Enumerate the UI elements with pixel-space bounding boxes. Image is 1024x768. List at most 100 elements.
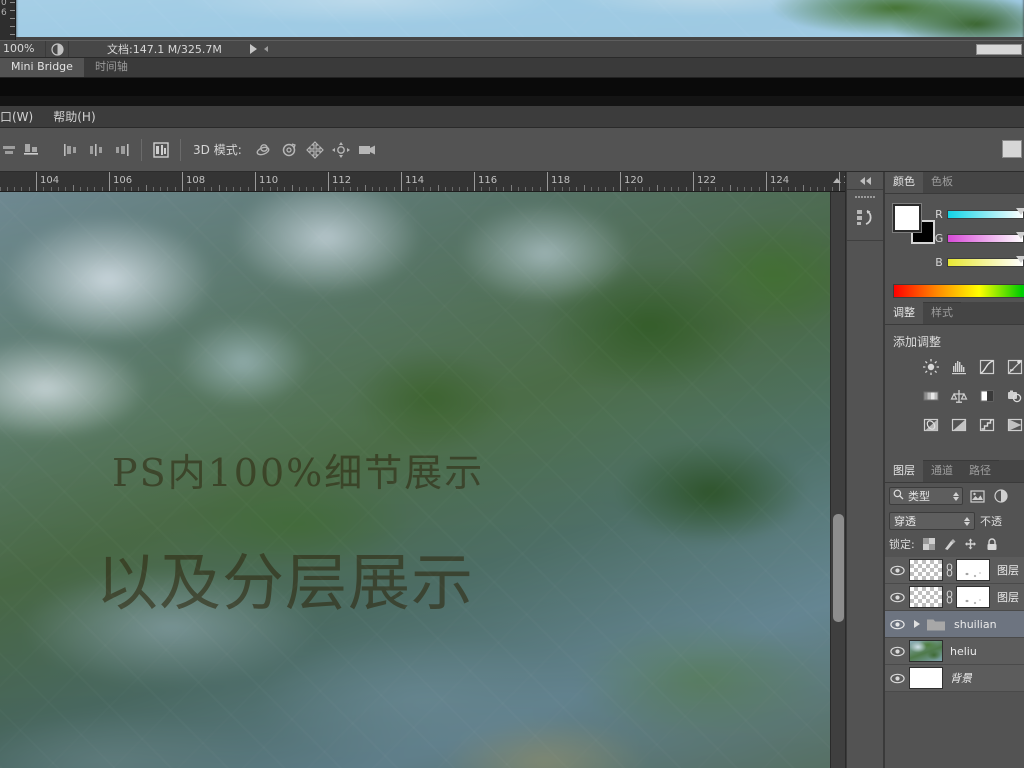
invert-icon[interactable] <box>917 412 945 438</box>
image-canvas[interactable]: PS内100%细节展示 以及分层展示 PS内100%细节展示 以及分层展示 <box>0 192 830 768</box>
3d-slide-icon[interactable] <box>328 137 354 163</box>
auto-align-layers-icon[interactable] <box>148 137 174 163</box>
ruler-minor-tick <box>751 187 753 191</box>
gradient-map-icon[interactable] <box>1001 412 1024 438</box>
tab-color[interactable]: 颜色 <box>885 172 923 193</box>
ruler-minor-tick <box>218 185 220 191</box>
3d-camera-icon[interactable] <box>354 137 380 163</box>
lock-all-icon[interactable] <box>985 537 999 551</box>
panel-grip-icon[interactable] <box>847 190 883 200</box>
blue-slider[interactable] <box>947 255 1024 267</box>
stepper-icon[interactable] <box>953 491 959 501</box>
threshold-icon[interactable] <box>973 412 1001 438</box>
table-row[interactable]: 背景 <box>885 665 1024 692</box>
tab-styles[interactable]: 样式 <box>923 302 961 324</box>
green-slider[interactable] <box>947 231 1024 243</box>
adjustment-layer-filter-icon[interactable] <box>991 487 1011 505</box>
zoom-level-field[interactable]: 100% <box>1 42 45 56</box>
play-arrow-icon[interactable] <box>249 44 257 54</box>
lock-position-icon[interactable] <box>964 537 978 551</box>
photo-filter-icon[interactable] <box>1001 383 1024 409</box>
align-bottom-edges-icon[interactable] <box>18 137 44 163</box>
blend-mode-stepper-icon[interactable] <box>964 516 970 526</box>
3d-orbit-icon[interactable] <box>250 137 276 163</box>
ruler-minor-tick <box>247 187 249 191</box>
foreground-color-swatch[interactable] <box>892 203 922 233</box>
layer-mask-thumbnail[interactable] <box>956 559 990 581</box>
blue-slider-knob[interactable] <box>1016 255 1024 263</box>
eye-visibility-icon[interactable] <box>885 646 909 657</box>
red-slider[interactable] <box>947 207 1024 219</box>
curves-icon[interactable] <box>973 354 1001 380</box>
tab-adjustments[interactable]: 调整 <box>885 302 923 324</box>
layer-thumbnail[interactable] <box>909 667 943 689</box>
color-spectrum-ramp[interactable] <box>893 284 1024 298</box>
eye-visibility-icon[interactable] <box>885 673 909 684</box>
left-arrow-icon[interactable] <box>263 46 268 52</box>
3d-pan-icon[interactable] <box>302 137 328 163</box>
link-icon[interactable] <box>943 563 956 577</box>
red-slider-knob[interactable] <box>1016 207 1024 215</box>
layer-mask-thumbnail[interactable] <box>956 586 990 608</box>
layer-kind-select[interactable]: 类型 <box>889 487 963 505</box>
menu-window[interactable]: 口(W) <box>0 106 43 128</box>
tab-swatches[interactable]: 色板 <box>923 172 961 193</box>
3d-roll-icon[interactable] <box>276 137 302 163</box>
blend-mode-select[interactable]: 穿透 <box>889 512 975 530</box>
eye-visibility-icon[interactable] <box>885 592 909 603</box>
ruler-scroll-up-arrow[interactable] <box>833 178 841 183</box>
slider-row-g: G <box>931 226 1024 250</box>
layer-thumbnail[interactable] <box>909 586 943 608</box>
ruler-minor-tick <box>320 187 322 191</box>
collapse-panels-button[interactable] <box>847 172 883 190</box>
pixel-layer-filter-icon[interactable] <box>967 487 987 505</box>
horizontal-ruler[interactable]: 1041061081101121141161181201221241261281… <box>0 172 845 192</box>
distribute-right-edges-icon[interactable] <box>109 137 135 163</box>
ruler-minor-tick <box>342 187 344 191</box>
chevron-right-icon[interactable] <box>909 620 925 628</box>
distribute-horizontal-centers-icon[interactable] <box>83 137 109 163</box>
menu-help[interactable]: 帮助(H) <box>43 106 105 128</box>
layer-thumbnail[interactable] <box>909 640 943 662</box>
hue-saturation-icon[interactable] <box>917 383 945 409</box>
black-white-icon[interactable] <box>973 383 1001 409</box>
color-balance-icon[interactable] <box>945 383 973 409</box>
lock-image-pixels-icon[interactable] <box>943 537 957 551</box>
table-row[interactable]: shuilian <box>885 611 1024 638</box>
history-panel-button[interactable] <box>847 200 883 234</box>
exposure-icon[interactable] <box>1001 354 1024 380</box>
green-slider-knob[interactable] <box>1016 231 1024 239</box>
eye-visibility-icon[interactable] <box>885 619 909 630</box>
levels-icon[interactable] <box>945 354 973 380</box>
scrollbar-thumb[interactable] <box>833 514 844 622</box>
distribute-left-edges-icon[interactable] <box>57 137 83 163</box>
ruler-minor-tick <box>50 187 52 191</box>
upper-canvas-image[interactable] <box>16 0 1024 40</box>
layer-thumbnail[interactable] <box>909 559 943 581</box>
menu-bar: 口(W) 帮助(H) <box>0 106 1024 128</box>
document-preview-icon[interactable] <box>46 41 68 57</box>
tab-layers[interactable]: 图层 <box>885 460 923 482</box>
eye-visibility-icon[interactable] <box>885 565 909 576</box>
tab-timeline[interactable]: 时间轴 <box>83 58 139 77</box>
table-row[interactable]: 图层 <box>885 557 1024 584</box>
table-row[interactable]: 图层 <box>885 584 1024 611</box>
link-icon[interactable] <box>943 590 956 604</box>
canvas-vertical-scrollbar[interactable] <box>830 192 845 768</box>
tab-channels[interactable]: 通道 <box>923 460 961 482</box>
options-right-field[interactable] <box>1002 140 1022 158</box>
status-right-field[interactable] <box>976 44 1022 55</box>
ruler-label: 124 <box>770 175 790 186</box>
brightness-contrast-icon[interactable] <box>917 354 945 380</box>
ruler-minor-tick <box>101 187 103 191</box>
tab-paths[interactable]: 路径 <box>961 460 999 482</box>
table-row[interactable]: heliu <box>885 638 1024 665</box>
posterize-icon[interactable] <box>945 412 973 438</box>
vertical-ruler[interactable]: 0 6 <box>0 0 16 40</box>
status-nav-arrows[interactable] <box>249 44 268 54</box>
ruler-minor-tick <box>605 187 607 191</box>
tab-mini-bridge[interactable]: Mini Bridge <box>0 58 84 77</box>
lock-transparent-pixels-icon[interactable] <box>922 537 936 551</box>
ruler-minor-tick <box>335 187 337 191</box>
align-vertical-center-icon[interactable] <box>0 137 18 163</box>
